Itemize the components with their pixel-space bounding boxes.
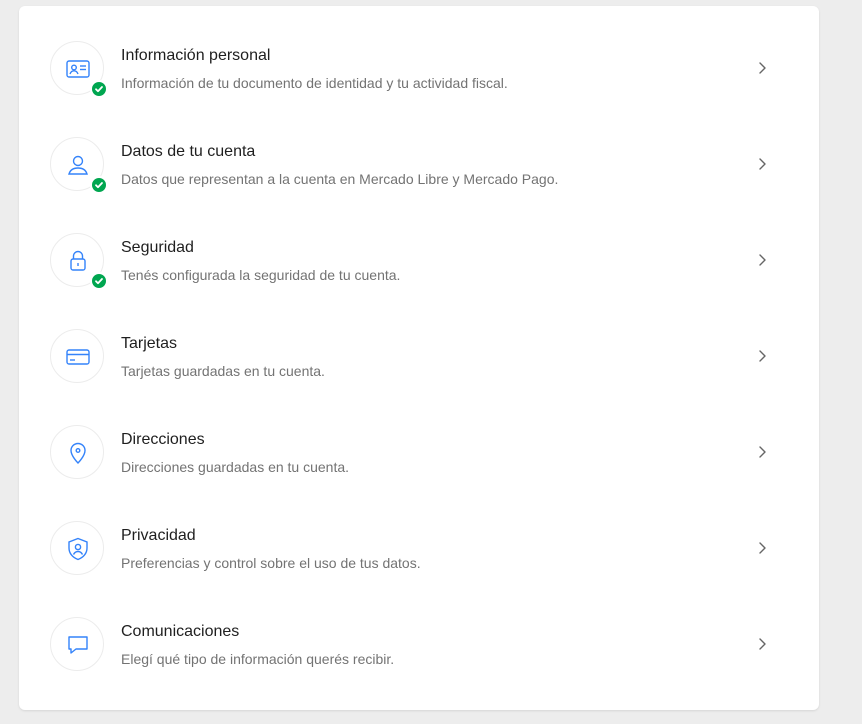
menu-item-title: Direcciones: [121, 431, 205, 448]
verified-check-icon: [90, 176, 108, 194]
account-settings-card: Información personal Información de tu d…: [19, 6, 819, 710]
chevron-right-icon: [759, 254, 766, 266]
chevron-right-icon: [759, 446, 766, 458]
menu-item-description: Datos que representan a la cuenta en Mer…: [121, 171, 559, 187]
menu-item-title: Tarjetas: [121, 335, 178, 352]
credit-card-icon: [66, 349, 90, 365]
verified-check-icon: [90, 80, 108, 98]
icon-container: [50, 329, 104, 383]
menu-item-description: Tarjetas guardadas en tu cuenta.: [121, 363, 325, 379]
chevron-right-icon: [759, 158, 766, 170]
menu-item-security[interactable]: Seguridad Tenés configurada la seguridad…: [19, 198, 819, 294]
menu-item-title: Datos de tu cuenta: [121, 143, 256, 160]
chevron-right-icon: [759, 638, 766, 650]
icon-container: [50, 617, 104, 671]
chevron-right-icon: [759, 350, 766, 362]
icon-container: [50, 521, 104, 575]
icon-container: [50, 41, 108, 98]
user-icon: [68, 155, 88, 175]
menu-item-privacy[interactable]: Privacidad Preferencias y control sobre …: [19, 486, 819, 582]
verified-check-icon: [90, 272, 108, 290]
menu-item-title: Información personal: [121, 47, 271, 64]
menu-item-personal-info[interactable]: Información personal Información de tu d…: [19, 6, 819, 102]
menu-item-title: Privacidad: [121, 527, 196, 544]
chat-bubble-icon: [68, 636, 88, 654]
menu-item-title: Seguridad: [121, 239, 194, 256]
menu-item-description: Direcciones guardadas en tu cuenta.: [121, 459, 350, 475]
menu-item-title: Comunicaciones: [121, 623, 240, 640]
menu-item-description: Elegí qué tipo de información querés rec…: [121, 651, 395, 667]
menu-item-account-data[interactable]: Datos de tu cuenta Datos que representan…: [19, 102, 819, 198]
icon-container: [50, 425, 104, 479]
menu-item-description: Preferencias y control sobre el uso de t…: [121, 555, 421, 571]
shield-user-icon: [68, 537, 88, 561]
menu-item-description: Información de tu documento de identidad…: [121, 75, 508, 91]
chevron-right-icon: [759, 542, 766, 554]
lock-icon: [70, 250, 86, 271]
location-pin-icon: [70, 442, 86, 464]
icon-container: [50, 137, 108, 194]
id-card-icon: [66, 60, 90, 78]
chevron-right-icon: [759, 62, 766, 74]
icon-container: [50, 233, 108, 290]
menu-item-addresses[interactable]: Direcciones Direcciones guardadas en tu …: [19, 390, 819, 486]
menu-item-communications[interactable]: Comunicaciones Elegí qué tipo de informa…: [19, 582, 819, 678]
menu-item-description: Tenés configurada la seguridad de tu cue…: [121, 267, 401, 283]
menu-item-cards[interactable]: Tarjetas Tarjetas guardadas en tu cuenta…: [19, 294, 819, 390]
